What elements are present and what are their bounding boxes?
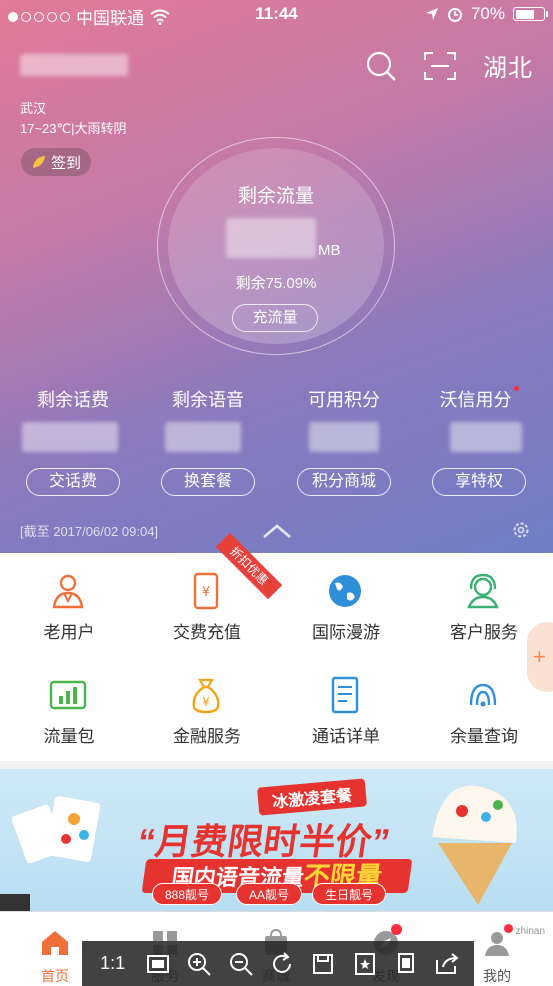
stat-label-text: 沃信用分 — [439, 390, 512, 410]
stat-points: 可用积分 积分商城 — [275, 386, 413, 496]
user-icon — [52, 574, 84, 609]
notification-dot — [504, 924, 513, 933]
rotate-icon[interactable] — [268, 950, 296, 978]
region-selector[interactable]: 湖北 — [483, 48, 533, 83]
account-stats: 剩余话费 交话费 剩余语音 换套餐 可用积分 积分商城 沃信用分 享特权 — [0, 386, 553, 506]
floating-plus-button[interactable]: + — [527, 622, 553, 692]
stat-label: 沃信用分 — [410, 386, 548, 412]
grid-item-label: 通话详单 — [312, 727, 380, 746]
save-icon[interactable] — [309, 950, 337, 978]
gear-icon[interactable] — [511, 520, 531, 540]
stat-credit: 沃信用分 享特权 — [410, 386, 548, 496]
svg-text:¥: ¥ — [202, 585, 210, 600]
share-icon[interactable] — [433, 950, 461, 978]
signal-icon — [469, 683, 497, 707]
stat-balance: 剩余话费 交话费 — [4, 386, 142, 496]
grid-item-label: 老用户 — [43, 623, 95, 642]
fit-screen-icon[interactable] — [144, 950, 172, 978]
grid-item-label: 流量包 — [43, 727, 95, 746]
stat-label: 可用积分 — [308, 390, 380, 410]
stat-value-masked — [165, 422, 241, 452]
chart-icon — [49, 680, 87, 710]
bill-icon — [331, 676, 359, 714]
remaining-data-percent: 剩余75.09% — [235, 275, 317, 292]
remaining-data-value-masked — [226, 218, 316, 258]
remaining-data-title: 剩余流量 — [237, 186, 314, 207]
remaining-data-gauge: 剩余流量 MB 剩余75.09% 充流量 — [157, 137, 395, 355]
home-icon — [42, 931, 68, 955]
city-label: 武汉 — [20, 101, 47, 116]
grid-item-label: 国际漫游 — [312, 623, 380, 642]
zoom-in-icon[interactable] — [185, 950, 213, 978]
actual-size-button[interactable]: 1:1 — [95, 950, 131, 978]
watermark: zhinan — [515, 926, 545, 937]
ice-cream-icon — [432, 785, 517, 905]
status-bar: 中国联通 11:44 70% — [0, 0, 553, 30]
grid-item-call-details[interactable]: 通话详单 — [277, 657, 415, 761]
notification-dot — [391, 924, 402, 935]
phone-pay-icon: ¥ — [193, 572, 219, 610]
stat-value-masked — [309, 422, 379, 452]
battery-percent: 70% — [470, 4, 505, 23]
stat-value-masked — [450, 422, 522, 452]
phone-number-masked — [20, 54, 128, 76]
promo-tag: 888靓号 — [152, 883, 223, 905]
privileges-button[interactable]: 享特权 — [432, 468, 526, 496]
recharge-data-button[interactable]: 充流量 — [232, 304, 318, 332]
copy-icon[interactable] — [392, 950, 420, 978]
as-of-timestamp: [截至 2017/06/02 09:04] — [20, 524, 159, 539]
notification-dot — [513, 386, 519, 391]
scan-icon[interactable] — [423, 51, 457, 81]
battery-icon — [513, 7, 548, 21]
remaining-data-unit: MB — [318, 242, 341, 259]
money-bag-icon: ¥ — [192, 678, 220, 714]
weather-label: 17~23℃|大雨转阴 — [20, 121, 127, 136]
account-header: 中国联通 11:44 70% 湖北 武汉 17~23℃|大雨转阴 签到 剩余流量… — [0, 0, 553, 553]
grid-item-label: 余量查询 — [450, 727, 518, 746]
search-icon[interactable] — [365, 50, 397, 82]
promo-tag: 生日靓号 — [312, 883, 387, 905]
alarm-icon — [447, 8, 462, 22]
grid-item-data-pack[interactable]: 流量包 — [0, 657, 138, 761]
signin-label: 签到 — [50, 154, 81, 172]
stat-label: 剩余语音 — [172, 390, 244, 410]
weather-info: 武汉 17~23℃|大雨转阴 — [20, 99, 127, 139]
change-plan-button[interactable]: 换套餐 — [161, 468, 255, 496]
stat-value-masked — [22, 422, 118, 452]
points-mall-button[interactable]: 积分商城 — [297, 468, 391, 496]
grid-item-label: 金融服务 — [173, 727, 241, 746]
promo-decoration — [0, 796, 101, 911]
globe-icon — [329, 575, 361, 607]
pay-bill-button[interactable]: 交话费 — [26, 468, 120, 496]
zoom-out-icon[interactable] — [227, 950, 255, 978]
leaf-icon — [32, 156, 45, 168]
promo-tag: AA靓号 — [236, 883, 303, 905]
chevron-up-icon[interactable] — [262, 523, 292, 539]
promo-banner[interactable]: 冰激凌套餐 “月费限时半价” 国内语音流量不限量 888靓号 AA靓号 生日靓号 — [0, 769, 553, 911]
stat-label: 剩余话费 — [37, 390, 109, 410]
grid-item-label: 交费充值 — [173, 623, 241, 642]
stat-voice: 剩余语音 换套餐 — [139, 386, 277, 496]
promo-badge: 冰激凌套餐 — [256, 778, 368, 816]
grid-item-roaming[interactable]: 国际漫游 — [277, 553, 415, 657]
promo-title: “月费限时半价” — [134, 821, 393, 862]
headset-icon — [467, 573, 499, 609]
svg-text:¥: ¥ — [202, 695, 210, 709]
section-divider — [0, 761, 553, 769]
image-viewer-toolbar: 1:1 — [82, 941, 474, 986]
grid-item-old-user[interactable]: 老用户 — [0, 553, 138, 657]
signin-button[interactable]: 签到 — [21, 148, 91, 176]
location-arrow-icon — [425, 8, 438, 20]
favorite-icon[interactable] — [351, 950, 379, 978]
grid-item-finance[interactable]: ¥ 金融服务 — [138, 657, 276, 761]
